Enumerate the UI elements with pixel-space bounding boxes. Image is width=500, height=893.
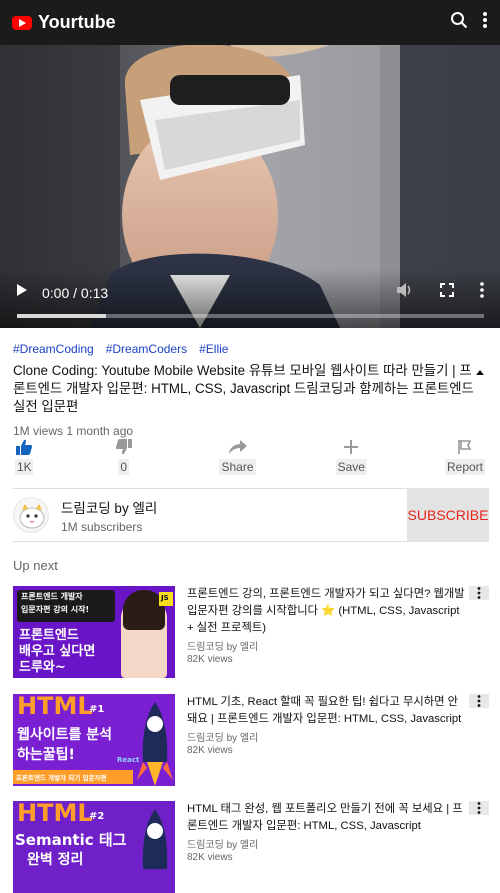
video-title: Clone Coding: Youtube Mobile Website 유튜브…	[13, 363, 474, 414]
hashtag-link[interactable]: #Ellie	[199, 342, 228, 356]
item-title[interactable]: HTML 기초, React 할때 꼭 필요한 팁! 쉽다고 무시하면 안돼요 …	[187, 694, 465, 728]
thumbs-up-icon	[15, 436, 33, 458]
item-channel: 드림코딩 by 엘리	[187, 642, 259, 653]
progress-fill	[17, 314, 106, 318]
item-channel: 드림코딩 by 엘리	[187, 840, 259, 851]
dislike-count: 0	[118, 459, 130, 475]
plus-icon	[343, 436, 359, 458]
more-vertical-icon[interactable]	[469, 694, 489, 708]
subscribe-button[interactable]: SUBSCRIBE	[407, 488, 489, 542]
hashtag-list: #DreamCoding #DreamCoders #Ellie	[13, 342, 490, 356]
thumb-text: #1	[89, 704, 105, 715]
thumb-text: 프론트엔드 개발자	[21, 592, 83, 601]
item-channel: 드림코딩 by 엘리	[187, 733, 259, 744]
like-count: 1K	[15, 459, 33, 475]
share-label: Share	[219, 459, 256, 475]
youtube-logo-icon	[12, 15, 32, 30]
channel-subscribers: 1M subscribers	[61, 519, 143, 534]
list-item[interactable]: HTML #2 Semantic 태그 완벽 정리 HTML 태그 완성, 웹 …	[13, 801, 489, 893]
more-vertical-icon[interactable]	[469, 586, 489, 600]
app-title: Yourtube	[38, 12, 116, 32]
save-button[interactable]: Save	[326, 436, 376, 478]
item-title[interactable]: 프론트엔드 강의, 프론트엔드 개발자가 되고 싶다면? 웹개발 입문자편 강의…	[187, 586, 465, 637]
report-label: Report	[444, 459, 486, 475]
thumb-text: React	[117, 756, 140, 764]
item-views: 82K views	[187, 852, 233, 863]
mute-icon[interactable]	[396, 282, 414, 303]
channel-name[interactable]: 드림코딩 by 엘리	[61, 497, 157, 517]
play-icon[interactable]	[16, 283, 28, 302]
video-thumbnail[interactable]: 프론트엔드 개발자 입문자편 강의 시작! 프론트엔드 배우고 싶다면 드루와~…	[13, 586, 175, 678]
time-display: 0:00 / 0:13	[42, 284, 109, 301]
list-item[interactable]: 프론트엔드 개발자 입문자편 강의 시작! 프론트엔드 배우고 싶다면 드루와~…	[13, 586, 489, 678]
more-vertical-icon[interactable]	[482, 11, 488, 34]
item-title[interactable]: HTML 태그 완성, 웹 포트폴리오 만들기 전에 꼭 보세요 | 프론트엔드…	[187, 801, 465, 835]
like-button[interactable]: 1K	[13, 436, 35, 478]
thumb-text: HTML	[17, 801, 93, 827]
thumb-text: Semantic 태그	[15, 831, 127, 849]
app-header: Yourtube	[0, 0, 500, 45]
thumb-text: 드루와~	[19, 660, 66, 675]
channel-avatar[interactable]	[13, 497, 49, 533]
search-icon[interactable]	[450, 11, 468, 34]
hashtag-link[interactable]: #DreamCoding	[13, 342, 94, 356]
thumb-text: 웹사이트를 분석	[17, 727, 113, 743]
thumb-text: #2	[89, 811, 105, 822]
fullscreen-icon[interactable]	[440, 283, 454, 302]
thumb-text: HTML	[17, 694, 93, 720]
report-button[interactable]: Report	[440, 436, 490, 478]
save-label: Save	[335, 459, 367, 475]
dislike-button[interactable]: 0	[99, 436, 149, 478]
thumb-text: JS	[161, 594, 169, 602]
channel-row: 드림코딩 by 엘리 1M subscribers SUBSCRIBE	[13, 488, 489, 542]
player-controls: 0:00 / 0:13	[0, 268, 500, 328]
video-info: #DreamCoding #DreamCoders #Ellie Clone C…	[13, 342, 490, 438]
collapse-icon[interactable]	[475, 362, 489, 416]
video-thumbnail[interactable]: HTML #1 웹사이트를 분석 하는꿀팁! React 프론트엔드 개발자 되…	[13, 694, 175, 786]
progress-bar[interactable]	[17, 314, 484, 318]
thumb-text: 완벽 정리	[27, 852, 84, 868]
share-button[interactable]: Share	[213, 436, 263, 478]
video-player[interactable]: 0:00 / 0:13	[0, 45, 500, 328]
more-vertical-icon[interactable]	[469, 801, 489, 815]
logo[interactable]: Yourtube	[12, 12, 116, 33]
thumbs-down-icon	[115, 436, 133, 458]
rocket-icon	[142, 809, 168, 869]
rocket-icon	[137, 702, 173, 786]
action-bar: 1K 0 Share Save Report	[13, 436, 490, 478]
hashtag-link[interactable]: #DreamCoders	[106, 342, 187, 356]
upnext-heading: Up next	[13, 558, 58, 573]
item-views: 82K views	[187, 654, 233, 665]
video-thumbnail[interactable]: HTML #2 Semantic 태그 완벽 정리	[13, 801, 175, 893]
player-more-icon[interactable]	[480, 282, 484, 303]
thumb-text: 하는꿀팁!	[17, 747, 75, 763]
flag-icon	[457, 436, 473, 458]
item-views: 82K views	[187, 745, 233, 756]
list-item[interactable]: HTML #1 웹사이트를 분석 하는꿀팁! React 프론트엔드 개발자 되…	[13, 694, 489, 786]
thumb-text: 프론트엔드 개발자 되기 입문자편	[16, 774, 107, 782]
thumb-text: 입문자편 강의 시작!	[21, 605, 90, 614]
share-icon	[228, 436, 248, 458]
